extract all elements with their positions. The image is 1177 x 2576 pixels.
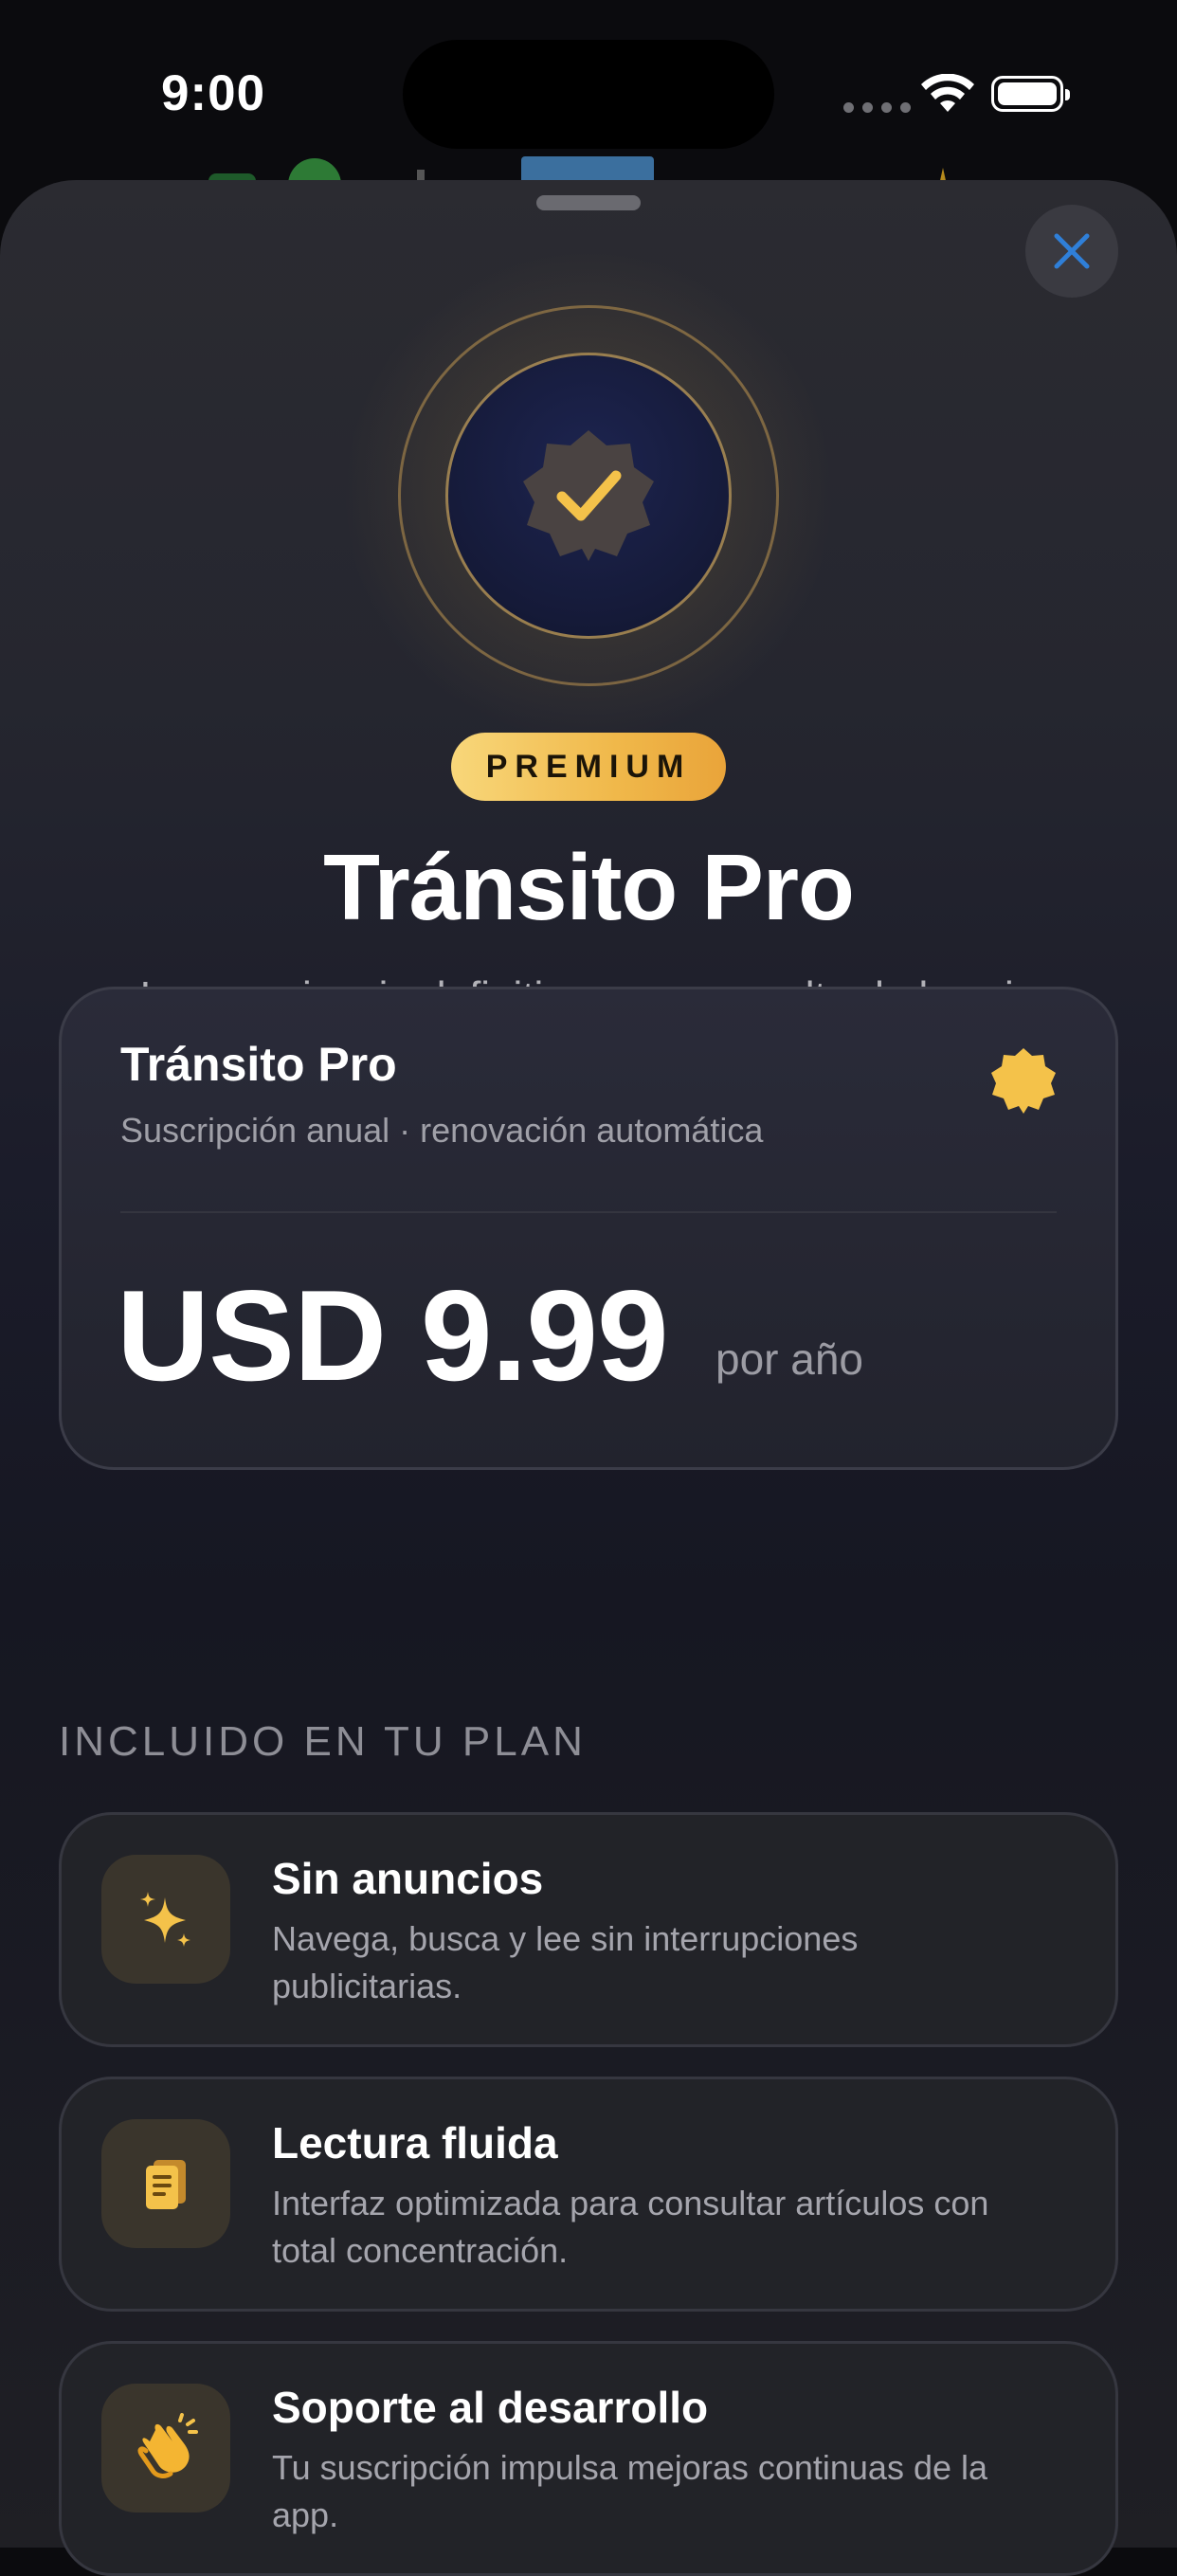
feature-row-no-ads: Sin anuncios Navega, busca y lee sin int… bbox=[59, 1812, 1118, 2047]
feature-row-fluid-reading: Lectura fluida Interfaz optimizada para … bbox=[59, 2077, 1118, 2312]
battery-icon bbox=[991, 76, 1070, 112]
feature-title: Sin anuncios bbox=[272, 1854, 544, 1903]
feature-title: Lectura fluida bbox=[272, 2118, 558, 2168]
sparkles-icon bbox=[140, 1892, 190, 1947]
plan-name: Tránsito Pro bbox=[120, 1038, 397, 1091]
document-icon bbox=[146, 2160, 186, 2209]
dynamic-island bbox=[403, 40, 774, 149]
feature-title: Soporte al desarrollo bbox=[272, 2383, 709, 2432]
feature-description: Tu suscripción impulsa mejoras continuas… bbox=[272, 2448, 988, 2534]
status-bar: 9:00 bbox=[0, 0, 1177, 180]
premium-emblem bbox=[341, 248, 836, 743]
feature-description: Interfaz optimizada para consultar artíc… bbox=[272, 2184, 989, 2270]
plan-description: Suscripción anual · renovación automátic… bbox=[120, 1111, 764, 1150]
plan-price: USD 9.99 bbox=[117, 1263, 669, 1407]
verified-badge-icon bbox=[523, 430, 654, 561]
feature-description: Navega, busca y lee sin interrupciones p… bbox=[272, 1919, 859, 2005]
feature-row-dev-support: Soporte al desarrollo Tu suscripción imp… bbox=[59, 2341, 1118, 2576]
status-time: 9:00 bbox=[161, 65, 266, 121]
included-section-label: INCLUIDO EN TU PLAN bbox=[59, 1718, 587, 1765]
close-button[interactable] bbox=[1025, 205, 1118, 298]
page-title: Tránsito Pro bbox=[323, 835, 855, 939]
sheet-grabber[interactable] bbox=[536, 195, 641, 210]
clapping-hands-icon bbox=[137, 2413, 198, 2478]
wifi-icon bbox=[921, 74, 974, 112]
plan-card[interactable]: Tránsito Pro Suscripción anual · renovac… bbox=[59, 987, 1118, 1470]
gold-seal-icon bbox=[991, 1048, 1056, 1114]
card-divider bbox=[120, 1211, 1057, 1213]
cellular-signal-icon bbox=[843, 102, 911, 113]
close-icon bbox=[1054, 233, 1090, 269]
plan-period: por año bbox=[715, 1334, 864, 1384]
premium-badge: PREMIUM bbox=[451, 733, 726, 801]
